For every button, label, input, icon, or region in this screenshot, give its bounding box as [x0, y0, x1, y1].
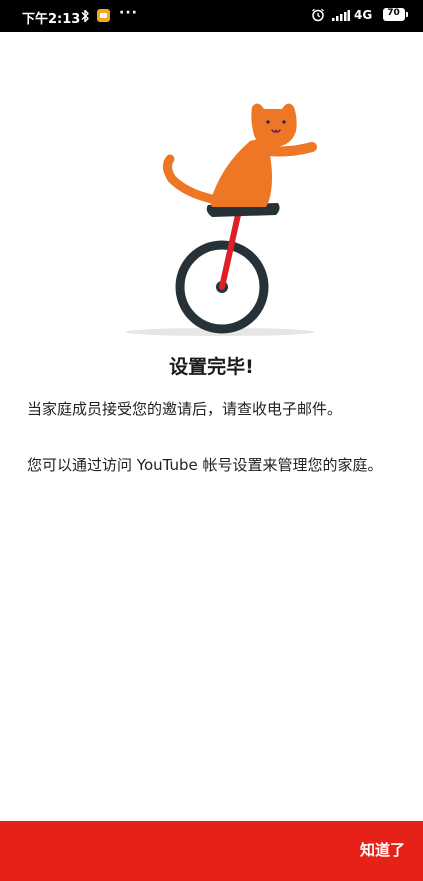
status-time: 下午2:13 — [22, 12, 81, 27]
network-type: 4G — [354, 8, 373, 22]
status-bar: 下午2:13 ··· 4G 70 — [0, 0, 423, 32]
dialog-message-manage: 您可以通过访问 YouTube 帐号设置来管理您的家庭。 — [27, 456, 383, 474]
battery-level: 70 — [387, 8, 400, 18]
battery-icon: 70 — [383, 8, 408, 21]
alarm-icon — [311, 8, 325, 26]
message-icon — [97, 9, 110, 22]
screen: 下午2:13 ··· 4G 70 设置完毕! 当家庭成员接受您的邀请后，请查收电… — [0, 0, 423, 881]
bluetooth-icon — [80, 9, 90, 27]
dialog-title: 设置完毕! — [169, 356, 254, 378]
signal-icon — [332, 10, 350, 25]
got-it-button[interactable]: 知道了 — [360, 839, 405, 860]
dialog-content: 设置完毕! 当家庭成员接受您的邀请后，请查收电子邮件。 您可以通过访问 YouT… — [0, 32, 423, 821]
dialog-message-email: 当家庭成员接受您的邀请后，请查收电子邮件。 — [27, 400, 343, 418]
action-bar: 知道了 — [0, 821, 423, 881]
cat-unicycle-illustration — [100, 97, 330, 342]
more-icon: ··· — [119, 5, 138, 21]
